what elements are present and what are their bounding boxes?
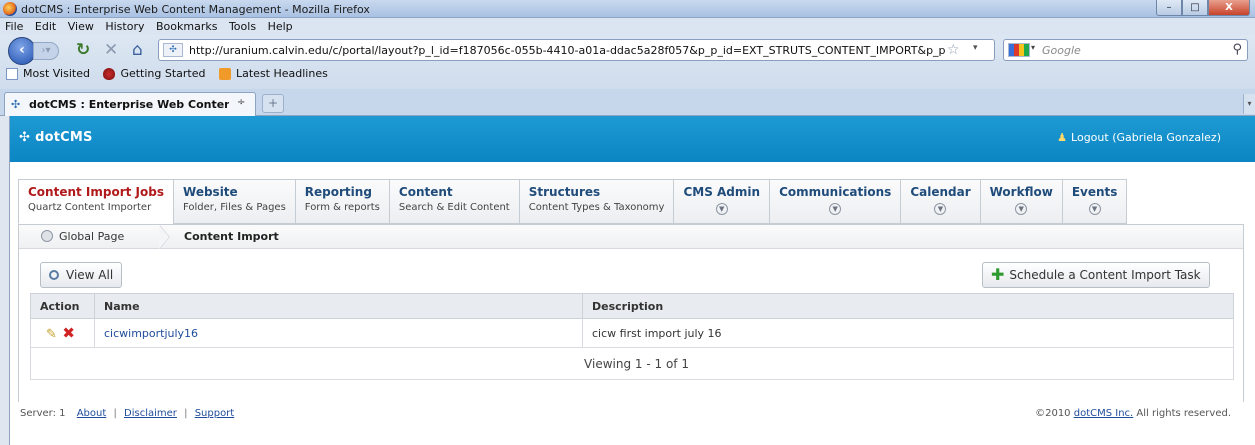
site-identity-icon[interactable]: ✣	[163, 43, 183, 57]
add-icon: ✚	[991, 265, 1005, 284]
bookmark-latest-headlines[interactable]: Latest Headlines	[219, 64, 328, 80]
tab-communications[interactable]: Communications ▼	[769, 179, 901, 224]
import-jobs-table: Action Name Description ✎ ✖ cicwimportju…	[30, 293, 1234, 380]
server-label: Server: 1	[20, 408, 66, 419]
dotcms-logo-icon: ✣	[19, 130, 31, 145]
chevron-down-icon: ▼	[934, 203, 947, 215]
tab-calendar[interactable]: Calendar ▼	[900, 179, 980, 224]
dotcms-inc-link[interactable]: dotCMS Inc.	[1074, 408, 1134, 419]
menu-bookmarks[interactable]: Bookmarks	[156, 18, 217, 33]
menu-bar: File Edit View History Bookmarks Tools H…	[0, 18, 1255, 35]
chevron-down-icon: ▼	[1015, 203, 1028, 215]
dotcms-logo[interactable]: ✣ dotCMS	[19, 130, 93, 145]
navigation-toolbar: ‹ ›▾ ↻ ✕ ⌂ ✣ http://uranium.calvin.edu/c…	[0, 35, 1255, 89]
window-controls: – □ X	[1156, 0, 1250, 17]
tab-events[interactable]: Events ▼	[1061, 179, 1128, 224]
browser-tab-strip: ✣ dotCMS : Enterprise Web Content Ma... …	[0, 89, 1255, 116]
table-pagination-row: Viewing 1 - 1 of 1	[30, 347, 1234, 380]
row-actions: ✎ ✖	[30, 318, 95, 348]
home-icon[interactable]: ⌂	[132, 42, 143, 59]
url-history-dropdown-icon[interactable]: ▾	[973, 43, 978, 53]
tab-cms-admin[interactable]: CMS Admin ▼	[673, 179, 770, 224]
pagination-text: Viewing 1 - 1 of 1	[30, 347, 1234, 380]
menu-history[interactable]: History	[105, 18, 144, 33]
tab-website[interactable]: Website Folder, Files & Pages	[173, 179, 295, 224]
search-bar[interactable]: ▾ Google ⚲	[1003, 39, 1248, 61]
search-engine-dropdown-icon[interactable]: ▾	[1031, 43, 1035, 52]
most-visited-icon	[6, 67, 18, 80]
job-description: cicw first import july 16	[582, 318, 1234, 348]
globe-icon	[41, 230, 53, 242]
breadcrumb-current: Content Import	[184, 230, 279, 243]
window-title: dotCMS : Enterprise Web Content Manageme…	[21, 3, 370, 16]
tab-workflow[interactable]: Workflow ▼	[979, 179, 1062, 224]
tab-content-import-jobs[interactable]: Content Import Jobs Quartz Content Impor…	[18, 179, 174, 224]
bookmark-most-visited[interactable]: Most Visited	[6, 64, 90, 80]
forward-button[interactable]: ›▾	[33, 42, 59, 60]
rss-feed-icon	[219, 67, 231, 80]
search-input[interactable]: Google	[1042, 44, 1081, 57]
menu-tools[interactable]: Tools	[229, 18, 256, 33]
menu-edit[interactable]: Edit	[35, 18, 56, 33]
job-name-link[interactable]: cicwimportjuly16	[94, 318, 583, 348]
portlet-tabs: Content Import Jobs Quartz Content Impor…	[18, 179, 1128, 224]
bookmark-getting-started[interactable]: Getting Started	[103, 64, 206, 80]
view-all-button[interactable]: View All	[40, 262, 123, 288]
url-bar[interactable]: ✣ http://uranium.calvin.edu/c/portal/lay…	[158, 39, 995, 61]
breadcrumb-global-page[interactable]: Global Page	[41, 230, 124, 243]
footer-links: Server: 1 About | Disclaimer | Support	[20, 408, 235, 419]
stop-icon[interactable]: ✕	[104, 42, 118, 59]
edit-icon[interactable]: ✎	[46, 327, 57, 342]
maximize-button[interactable]: □	[1182, 0, 1208, 16]
chevron-down-icon: ▼	[715, 203, 728, 215]
bookmarks-toolbar: Most Visited Getting Started Latest Head…	[0, 64, 1255, 83]
menu-help[interactable]: Help	[268, 18, 293, 33]
table-row: ✎ ✖ cicwimportjuly16 cicw first import j…	[30, 318, 1234, 348]
page-footer: Server: 1 About | Disclaimer | Support ©…	[10, 402, 1255, 445]
breadcrumb-separator-inner	[159, 225, 169, 249]
firefox-icon	[3, 2, 17, 16]
support-link[interactable]: Support	[195, 408, 235, 419]
bookmark-star-icon[interactable]: ☆	[947, 42, 960, 58]
column-header-action: Action	[30, 293, 95, 319]
table-header-row: Action Name Description	[30, 293, 1234, 319]
browser-tab[interactable]: ✣ dotCMS : Enterprise Web Content Ma... …	[4, 92, 256, 116]
tab-reporting[interactable]: Reporting Form & reports	[294, 179, 389, 224]
logout-link[interactable]: ♟ Logout (Gabriela Gonzalez)	[1057, 131, 1221, 144]
getting-started-icon	[103, 67, 116, 80]
chevron-down-icon: ▼	[1088, 203, 1101, 215]
column-header-name: Name	[94, 293, 583, 319]
back-button[interactable]: ‹	[8, 37, 36, 65]
browser-tab-title: dotCMS : Enterprise Web Content Ma...	[29, 98, 229, 111]
tab-content[interactable]: Content Search & Edit Content	[388, 179, 519, 224]
delete-icon[interactable]: ✖	[62, 324, 75, 342]
search-engine-icon[interactable]	[1008, 43, 1030, 57]
about-link[interactable]: About	[77, 408, 107, 419]
window-titlebar: dotCMS : Enterprise Web Content Manageme…	[0, 0, 1255, 18]
schedule-import-task-button[interactable]: ✚ Schedule a Content Import Task	[982, 262, 1210, 288]
copyright: ©2010 dotCMS Inc. All rights reserved.	[1035, 408, 1231, 419]
disclaimer-link[interactable]: Disclaimer	[124, 408, 177, 419]
search-icon	[49, 270, 59, 280]
reload-icon[interactable]: ↻	[76, 42, 90, 59]
tab-structures[interactable]: Structures Content Types & Taxonomy	[518, 179, 674, 224]
user-icon: ♟	[1057, 131, 1068, 144]
minimize-button[interactable]: –	[1156, 0, 1182, 16]
breadcrumb: Global Page Content Import	[19, 225, 1243, 249]
url-text[interactable]: http://uranium.calvin.edu/c/portal/layou…	[189, 44, 945, 57]
search-go-icon[interactable]: ⚲	[1232, 42, 1242, 57]
menu-file[interactable]: File	[5, 18, 23, 33]
dotcms-header: ✣ dotCMS ♟ Logout (Gabriela Gonzalez)	[10, 116, 1255, 162]
menu-view[interactable]: View	[68, 18, 94, 33]
tab-close-icon[interactable]: ÷	[237, 97, 245, 108]
column-header-description: Description	[582, 293, 1234, 319]
chevron-down-icon: ▼	[829, 203, 842, 215]
tab-list-icon[interactable]: ▾	[1243, 94, 1255, 114]
page-viewport: ✣ dotCMS ♟ Logout (Gabriela Gonzalez) Cont…	[9, 116, 1255, 445]
dotcms-favicon-icon: ✣	[11, 98, 21, 111]
new-tab-button[interactable]: +	[262, 94, 284, 113]
portlet-content: Global Page Content Import View All ✚ Sc…	[18, 224, 1244, 404]
close-window-button[interactable]: X	[1208, 0, 1250, 16]
